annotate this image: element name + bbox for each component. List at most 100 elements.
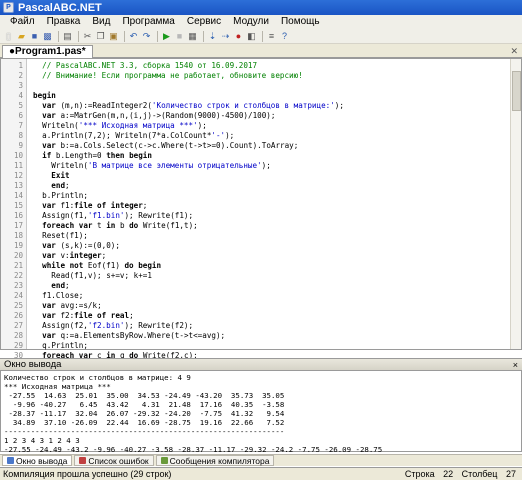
- window-title: PascalABC.NET: [18, 1, 102, 14]
- code-line[interactable]: var f1:file of integer;: [33, 201, 147, 211]
- line-number: 13: [13, 181, 23, 190]
- line-number: 4: [18, 91, 23, 100]
- menu-file[interactable]: Файл: [4, 15, 41, 29]
- code-area[interactable]: // PascalABC.NET 3.3, сборка 1540 от 16.…: [33, 59, 511, 380]
- code-line[interactable]: var q:=a.ElementsByRow.Where(t->t<=avg);: [33, 331, 225, 341]
- open-folder-icon[interactable]: ▰: [16, 31, 27, 42]
- code-line[interactable]: var (s,k):=(0,0);: [33, 241, 120, 251]
- toolbar-separator: [58, 30, 59, 42]
- code-line[interactable]: var b:=a.Cols.Select(c->c.Where(t->t>=0)…: [33, 141, 298, 151]
- menu-edit[interactable]: Правка: [41, 15, 87, 29]
- status-message: Компиляция прошла успешно (29 строк): [3, 469, 172, 479]
- menu-view[interactable]: Вид: [86, 15, 116, 29]
- bottom-tabs: Окно вывода Список ошибок Сообщения комп…: [0, 454, 522, 466]
- line-number: 9: [18, 141, 23, 150]
- output-panel-header: Окно вывода ×: [0, 358, 522, 370]
- new-file-icon[interactable]: ▯: [3, 31, 14, 42]
- output-line: Количество строк и столбцов в матрице: 4…: [4, 373, 191, 382]
- tab-output-window[interactable]: Окно вывода: [2, 455, 73, 466]
- scrollbar-thumb[interactable]: [512, 71, 521, 111]
- pascalabc-app-icon: P: [3, 2, 14, 13]
- cut-icon[interactable]: ✂: [82, 31, 93, 42]
- editor-tabstrip: ●Program1.pas* ✕: [0, 44, 522, 58]
- error-list-icon: [79, 457, 87, 464]
- code-line[interactable]: var a:=MatrGen(m,n,(i,j)->(Random(9000)-…: [33, 111, 275, 121]
- line-number: 7: [18, 121, 23, 130]
- code-line[interactable]: // PascalABC.NET 3.3, сборка 1540 от 16.…: [33, 61, 257, 71]
- help-icon[interactable]: ?: [279, 31, 290, 42]
- line-number: 14: [13, 191, 23, 200]
- copy-icon[interactable]: ❐: [95, 31, 106, 42]
- menu-modules[interactable]: Модули: [227, 15, 275, 29]
- tab-program1[interactable]: ●Program1.pas*: [2, 45, 93, 58]
- toolbar-separator: [262, 30, 263, 42]
- code-line[interactable]: var avg:=s/k;: [33, 301, 101, 311]
- line-number: 10: [13, 151, 23, 160]
- code-line[interactable]: a.Println(7,2); Writeln(7*a.ColCount*'-'…: [33, 131, 234, 141]
- line-number: 26: [13, 311, 23, 320]
- editor-vertical-scrollbar[interactable]: [510, 59, 521, 349]
- code-line[interactable]: end;: [33, 281, 69, 291]
- output-line: -27.55 -24.49 -43.2 -9.96 -40.27 -3.58 -…: [4, 445, 383, 454]
- line-number: 5: [18, 101, 23, 110]
- title-bar: P PascalABC.NET: [0, 0, 522, 15]
- code-line[interactable]: foreach var t in b do Write(f1,t);: [33, 221, 198, 231]
- menu-tools[interactable]: Сервис: [181, 15, 227, 29]
- step-over-icon[interactable]: ⇢: [220, 31, 231, 42]
- cursor-position: Строка 22 Столбец 27: [399, 468, 516, 480]
- code-line[interactable]: Exit: [33, 171, 69, 181]
- code-line[interactable]: Reset(f1);: [33, 231, 88, 241]
- code-line[interactable]: b.Println;: [33, 191, 88, 201]
- code-line[interactable]: Writeln('В матрице все элементы отрицате…: [33, 161, 270, 171]
- step-icon[interactable]: ⇣: [207, 31, 218, 42]
- close-tab-icon[interactable]: ✕: [510, 46, 518, 57]
- output-panel-title: Окно вывода: [4, 359, 62, 370]
- code-line[interactable]: Read(f1,v); s+=v; k+=1: [33, 271, 152, 281]
- row-label: Строка: [404, 469, 435, 479]
- stop-icon[interactable]: ■: [174, 31, 185, 42]
- output-line: -9.96 -40.27 6.45 43.42 4.31 21.48 17.16…: [4, 400, 285, 409]
- code-editor[interactable]: 1 2 3 4 5 6 7 8 9 10 11 12 13 14 15 16 17 18 19 20 21 22 23 24 2…: [0, 58, 522, 380]
- code-line[interactable]: var (m,n):=ReadInteger2('Количество стро…: [33, 101, 344, 111]
- compile-icon[interactable]: ▦: [187, 31, 198, 42]
- line-number: 23: [13, 281, 23, 290]
- menu-help[interactable]: Помощь: [275, 15, 326, 29]
- output-window[interactable]: Количество строк и столбцов в матрице: 4…: [0, 370, 522, 454]
- line-number: 11: [13, 161, 23, 170]
- print-icon[interactable]: ▤: [62, 31, 73, 42]
- code-line[interactable]: begin: [33, 91, 56, 101]
- save-icon[interactable]: ■: [29, 31, 40, 42]
- toolbar-separator: [124, 30, 125, 42]
- paste-icon[interactable]: ▣: [108, 31, 119, 42]
- code-line[interactable]: while not Eof(f1) do begin: [33, 261, 161, 271]
- output-line: 1 2 3 4 3 1 2 4 3: [4, 436, 80, 445]
- tab-compiler-messages-label: Сообщения компилятора: [169, 455, 270, 466]
- code-line[interactable]: // Внимание! Если программа не работает,…: [33, 71, 303, 81]
- run-icon[interactable]: ▶: [161, 31, 172, 42]
- code-line[interactable]: f1.Close;: [33, 291, 83, 301]
- code-line[interactable]: Assign(f2,'f2.bin'); Rewrite(f2);: [33, 321, 193, 331]
- code-line[interactable]: Writeln('*** Исходная матрица ***');: [33, 121, 207, 131]
- toolbar-separator: [203, 30, 204, 42]
- redo-icon[interactable]: ↷: [141, 31, 152, 42]
- menu-program[interactable]: Программа: [116, 15, 180, 29]
- line-number: 12: [13, 171, 23, 180]
- format-icon[interactable]: ≡: [266, 31, 277, 42]
- code-line[interactable]: end;: [33, 181, 69, 191]
- undo-icon[interactable]: ↶: [128, 31, 139, 42]
- tab-error-list[interactable]: Список ошибок: [74, 455, 154, 466]
- output-line: ----------------------------------------…: [4, 427, 285, 436]
- code-line[interactable]: q.Println;: [33, 341, 88, 351]
- breakpoint-icon[interactable]: ●: [233, 31, 244, 42]
- code-line[interactable]: var f2:file of real;: [33, 311, 134, 321]
- debug-icon[interactable]: ◧: [246, 31, 257, 42]
- code-line[interactable]: if b.Length=0 then begin: [33, 151, 152, 161]
- code-line[interactable]: Assign(f1,'f1.bin'); Rewrite(f1);: [33, 211, 193, 221]
- tab-compiler-messages[interactable]: Сообщения компилятора: [155, 455, 275, 466]
- save-all-icon[interactable]: ▩: [42, 31, 53, 42]
- code-line[interactable]: var v:integer;: [33, 251, 106, 261]
- toolbar-separator: [157, 30, 158, 42]
- line-number: 16: [13, 211, 23, 220]
- line-number: 8: [18, 131, 23, 140]
- toolbar-separator: [78, 30, 79, 42]
